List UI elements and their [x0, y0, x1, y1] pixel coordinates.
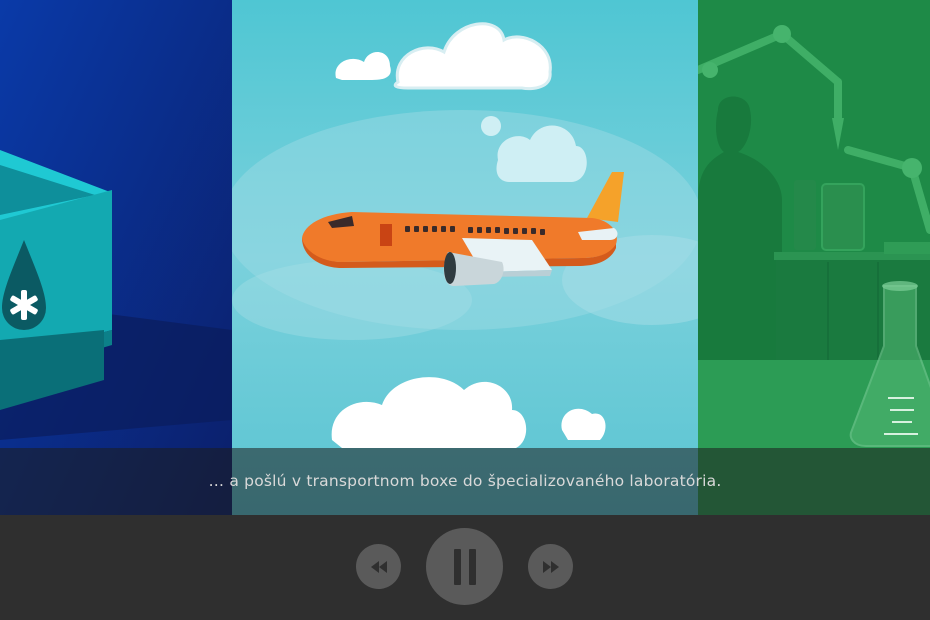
transport-box-scene [0, 0, 232, 515]
airplane-scene [232, 0, 698, 515]
fast-forward-button[interactable] [528, 544, 573, 589]
subtitle-text: … a pošlú v transportnom boxe do špecial… [208, 471, 722, 490]
playback-controls [0, 515, 930, 620]
subtitle-bar: … a pošlú v transportnom boxe do špecial… [0, 448, 930, 515]
laboratory-scene [698, 0, 930, 515]
pause-button[interactable] [426, 528, 503, 605]
video-stage: … a pošlú v transportnom boxe do špecial… [0, 0, 930, 515]
rewind-icon [370, 560, 387, 573]
airplane-illustration [232, 0, 698, 515]
transport-box-illustration [0, 0, 232, 515]
rewind-button[interactable] [356, 544, 401, 589]
pause-icon [453, 548, 476, 585]
fast-forward-icon [542, 560, 559, 573]
laboratory-illustration [698, 0, 930, 515]
